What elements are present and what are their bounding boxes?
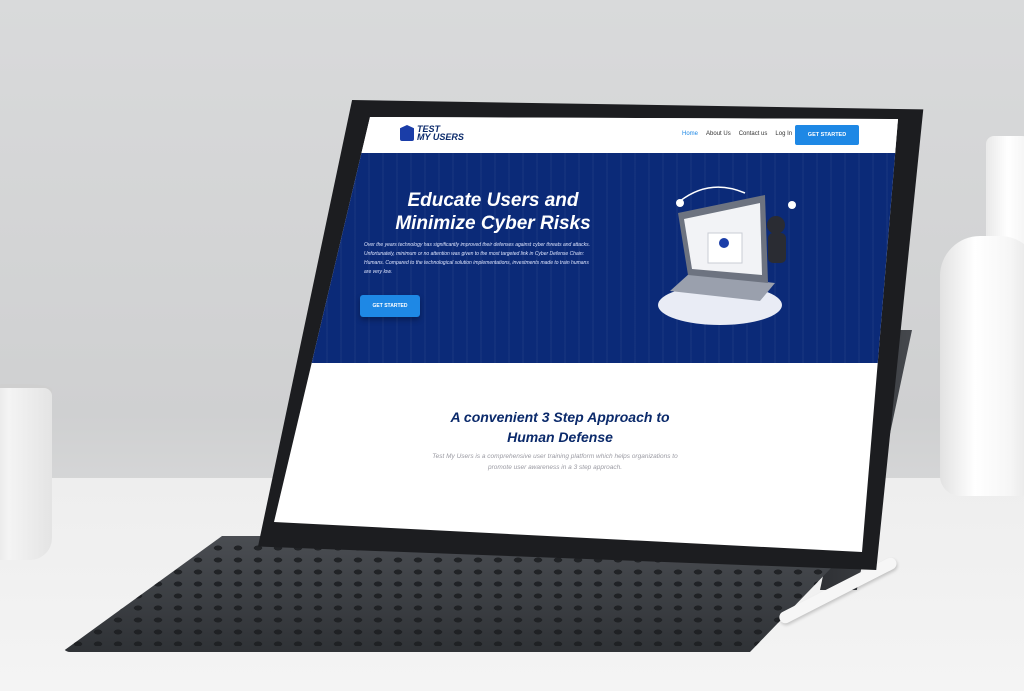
logo-line-2: MY USERS	[417, 132, 464, 142]
illus-lock-icon	[788, 201, 796, 209]
section-description: Test My Users is a comprehensive user tr…	[432, 453, 678, 471]
illus-hacker-body	[768, 233, 786, 263]
section-title: A convenient 3 Step Approach to Human De…	[440, 407, 680, 447]
illus-email-icon	[719, 238, 729, 248]
illus-document	[707, 232, 743, 264]
shield-logo-icon	[400, 125, 414, 141]
hero-title-line-1: Educate Users and	[407, 190, 579, 211]
hero-title: Educate Users and Minimize Cyber Risks	[378, 189, 608, 235]
hero-section: Educate Users and Minimize Cyber Risks O…	[274, 153, 898, 363]
laptop-hacker-illustration	[658, 186, 796, 325]
nav-link-about[interactable]: About Us	[706, 131, 731, 137]
nav-get-started-button[interactable]: GET STARTED	[795, 125, 859, 145]
nav-link-contact[interactable]: Contact us	[739, 131, 768, 137]
nav-link-login[interactable]: Log In	[775, 131, 792, 137]
vase	[940, 136, 1024, 496]
illus-hook-line	[679, 186, 746, 202]
section-title-line-2: Human Defense	[507, 429, 613, 445]
section-title-line-1: A convenient 3 Step Approach to	[450, 409, 670, 425]
nav-link-home[interactable]: Home	[682, 131, 698, 137]
hero-get-started-button[interactable]: GET STARTED	[360, 295, 420, 317]
mug	[0, 388, 52, 560]
vase-neck	[986, 136, 1024, 246]
nav-links: Home About Us Contact us Log In	[682, 131, 792, 137]
hero-description: Over the years technology has significan…	[364, 242, 590, 275]
illus-hacker-head	[767, 216, 785, 234]
illus-hook-icon	[676, 199, 684, 207]
vase-body	[940, 236, 1024, 496]
site-logo[interactable]: TEST MY USERS	[400, 125, 467, 142]
logo-text: TEST MY USERS	[417, 125, 467, 142]
hero-title-line-2: Minimize Cyber Risks	[395, 213, 591, 234]
tablet-screen: TEST MY USERS Home About Us Contact us L…	[274, 117, 898, 552]
